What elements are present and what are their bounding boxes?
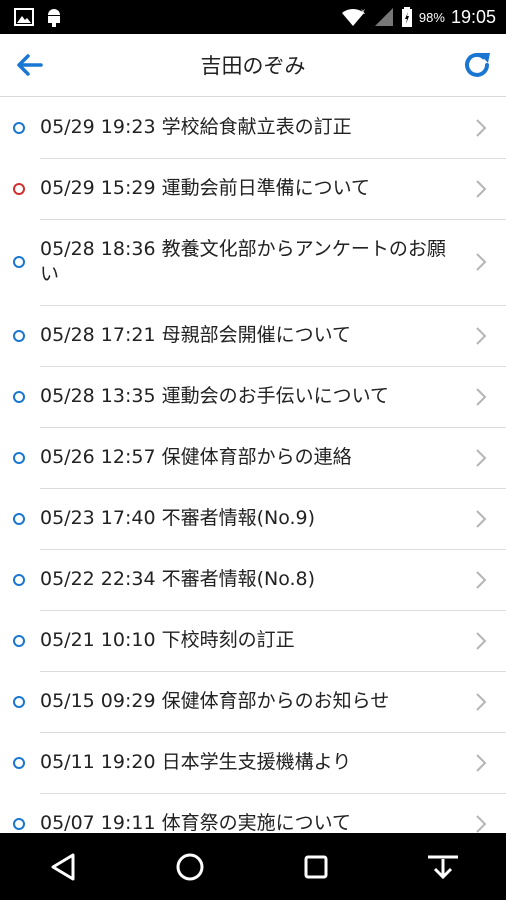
message-row[interactable]: 05/29 15:29 運動会前日準備について	[0, 158, 506, 220]
message-title: 05/22 22:34 不審者情報(No.8)	[40, 568, 316, 590]
message-title: 05/29 19:23 学校給食献立表の訂正	[40, 116, 352, 138]
chevron-right-icon	[476, 448, 487, 467]
refresh-button[interactable]	[460, 48, 494, 82]
unread-indicator-icon	[13, 573, 25, 586]
nav-back-button[interactable]	[38, 842, 88, 892]
unread-indicator-icon	[13, 634, 25, 647]
message-title: 05/26 12:57 保健体育部からの連絡	[40, 446, 352, 468]
circle-home-icon	[176, 853, 204, 880]
svg-text:x: x	[361, 7, 365, 16]
message-title: 05/15 09:29 保健体育部からのお知らせ	[40, 690, 390, 712]
message-row[interactable]: 05/21 10:10 下校時刻の訂正	[0, 610, 506, 672]
message-title: 05/07 19:11 体育祭の実施について	[40, 812, 352, 833]
battery-icon	[401, 7, 412, 27]
nav-recents-button[interactable]	[291, 842, 341, 892]
chevron-right-icon	[476, 387, 487, 406]
chevron-right-icon	[476, 631, 487, 650]
message-row[interactable]: 05/29 19:23 学校給食献立表の訂正	[0, 97, 506, 159]
unread-indicator-icon	[13, 329, 25, 342]
unread-indicator-icon	[13, 512, 25, 525]
message-row[interactable]: 05/11 19:20 日本学生支援機構より	[0, 732, 506, 794]
status-bar: x 98% 19:05	[0, 0, 506, 34]
keyboard-hide-icon	[427, 855, 458, 879]
message-title: 05/29 15:29 運動会前日準備について	[40, 177, 371, 199]
chevron-right-icon	[476, 570, 487, 589]
triangle-back-icon	[51, 853, 75, 880]
nav-home-button[interactable]	[165, 842, 215, 892]
chevron-right-icon	[476, 692, 487, 711]
message-row[interactable]: 05/22 22:34 不審者情報(No.8)	[0, 549, 506, 611]
message-row[interactable]: 05/28 17:21 母親部会開催について	[0, 305, 506, 367]
chevron-right-icon	[476, 179, 487, 198]
chevron-right-icon	[476, 118, 487, 137]
message-row[interactable]: 05/15 09:29 保健体育部からのお知らせ	[0, 671, 506, 733]
message-row[interactable]: 05/26 12:57 保健体育部からの連絡	[0, 427, 506, 489]
chevron-right-icon	[476, 509, 487, 528]
clock: 19:05	[450, 6, 496, 27]
message-title: 05/28 18:36 教養文化部からアンケートのお願い	[40, 238, 446, 285]
battery-percent: 98%	[418, 9, 445, 25]
unread-indicator-icon	[13, 256, 25, 268]
unread-indicator-icon	[13, 182, 25, 195]
android-notification-icon	[48, 9, 60, 27]
page-title: 吉田のぞみ	[200, 54, 306, 78]
unread-indicator-icon	[13, 695, 25, 708]
message-list: 05/29 19:23 学校給食献立表の訂正 05/29 15:29 運動会前日準…	[0, 97, 506, 833]
message-title: 05/23 17:40 不審者情報(No.9)	[40, 507, 316, 529]
unread-indicator-icon	[13, 756, 25, 769]
message-row[interactable]: 05/23 17:40 不審者情報(No.9)	[0, 488, 506, 550]
unread-indicator-icon	[13, 390, 25, 403]
chevron-right-icon	[476, 753, 487, 772]
arrow-left-icon	[17, 54, 43, 76]
signal-icon	[374, 8, 393, 26]
chevron-right-icon	[476, 253, 487, 271]
unread-indicator-icon	[13, 121, 25, 134]
unread-indicator-icon	[13, 817, 25, 830]
message-title: 05/28 17:21 母親部会開催について	[40, 324, 352, 346]
message-title: 05/28 13:35 運動会のお手伝いについて	[40, 385, 390, 407]
wifi-icon: x	[341, 7, 365, 26]
chevron-right-icon	[476, 814, 487, 833]
refresh-icon	[465, 52, 490, 77]
image-notification-icon	[14, 8, 34, 26]
app-bar: 吉田のぞみ	[0, 34, 506, 97]
nav-keyboard-hide-button[interactable]	[418, 842, 468, 892]
navigation-bar	[0, 833, 506, 900]
unread-indicator-icon	[13, 451, 25, 464]
message-row[interactable]: 05/28 18:36 教養文化部からアンケートのお願い	[0, 219, 506, 306]
square-recents-icon	[304, 855, 328, 878]
message-row[interactable]: 05/07 19:11 体育祭の実施について	[0, 793, 506, 833]
back-button[interactable]	[12, 48, 46, 82]
chevron-right-icon	[476, 326, 487, 345]
message-title: 05/21 10:10 下校時刻の訂正	[40, 629, 295, 651]
message-row[interactable]: 05/28 13:35 運動会のお手伝いについて	[0, 366, 506, 428]
message-title: 05/11 19:20 日本学生支援機構より	[40, 751, 352, 773]
